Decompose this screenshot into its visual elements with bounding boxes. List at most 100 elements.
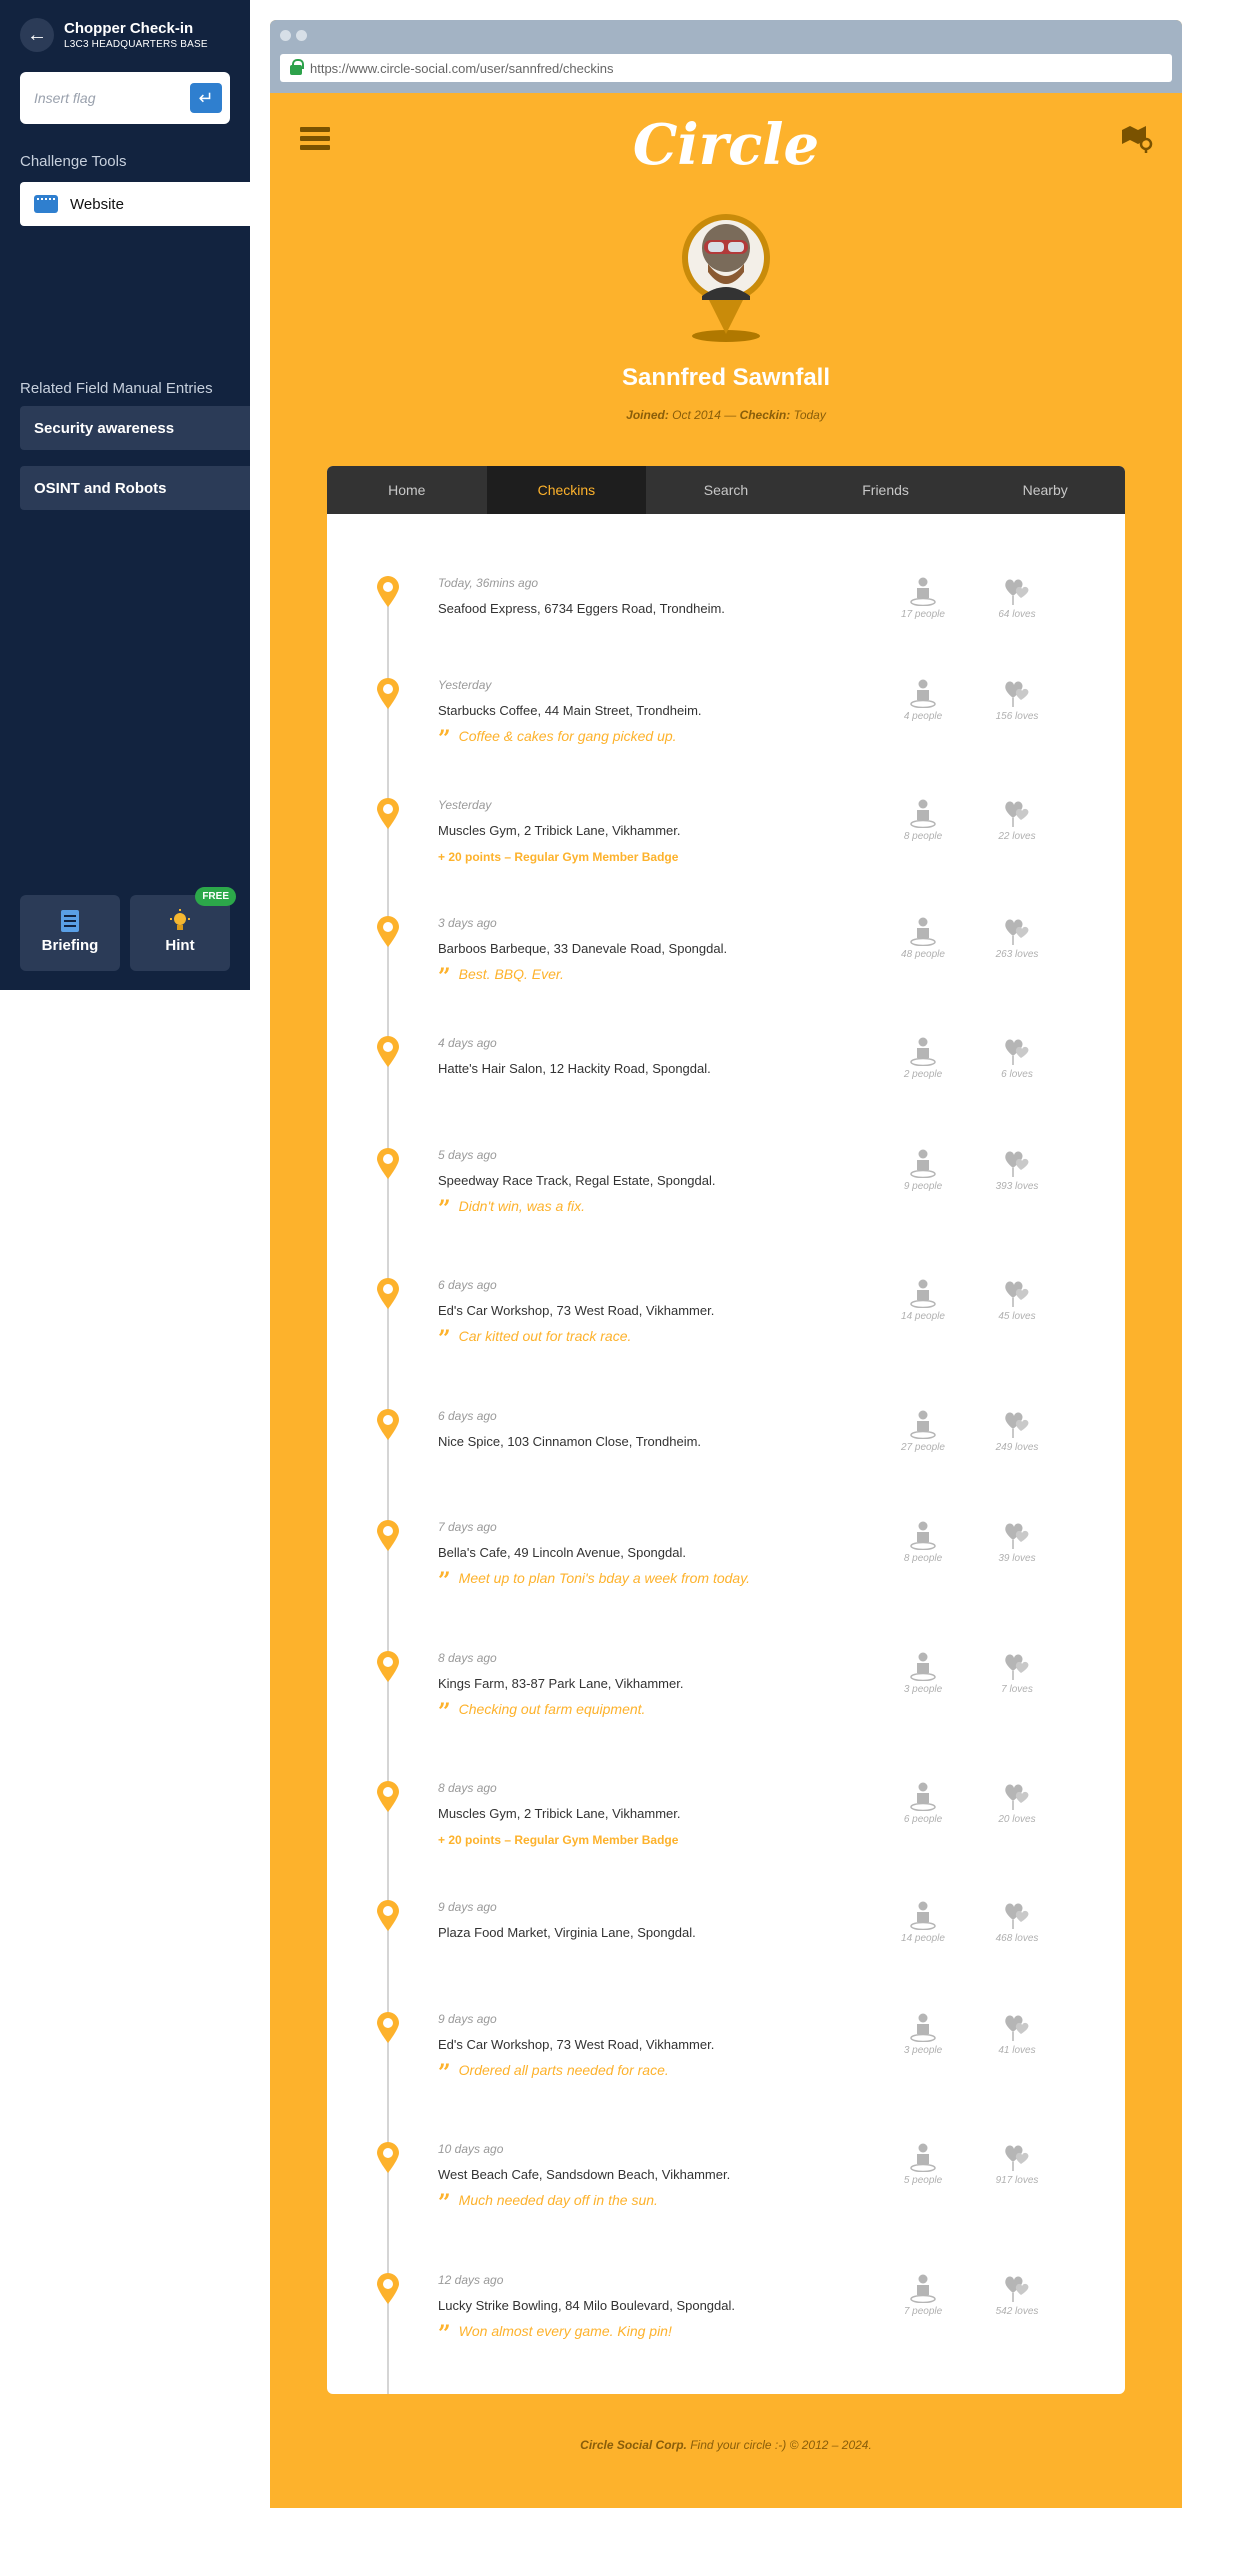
manual-entry-osint-and-robots[interactable]: OSINT and Robots [20, 466, 250, 510]
checkin-note: ” Checking out farm equipment. [438, 1701, 646, 1723]
challenge-tools-label: Challenge Tools [20, 153, 127, 170]
checkin-value: Today [793, 408, 826, 422]
loves-stat[interactable]: 393 loves [987, 1148, 1047, 1192]
briefing-button[interactable]: Briefing [20, 895, 120, 971]
people-count: 2 people [903, 1069, 943, 1080]
people-stat[interactable]: 8 people [893, 798, 953, 842]
people-count: 3 people [903, 1684, 943, 1695]
people-stat[interactable]: 4 people [893, 678, 953, 722]
checkin-place[interactable]: Starbucks Coffee, 44 Main Street, Trondh… [438, 703, 702, 718]
loves-count: 468 loves [995, 1933, 1039, 1944]
people-stat[interactable]: 17 people [893, 576, 953, 620]
people-stat[interactable]: 14 people [893, 1278, 953, 1322]
people-stat[interactable]: 2 people [893, 1036, 953, 1080]
checkin-time: 5 days ago [438, 1148, 497, 1162]
site-logo[interactable]: Circle [270, 112, 1182, 178]
checkin-place[interactable]: Barboos Barbeque, 33 Danevale Road, Spon… [438, 941, 727, 956]
checkin-note: ” Won almost every game. King pin! [438, 2323, 672, 2345]
loves-stat[interactable]: 249 loves [987, 1409, 1047, 1453]
checkin-time: 9 days ago [438, 2012, 497, 2026]
manual-entry-security-awareness[interactable]: Security awareness [20, 406, 250, 450]
checkin-place[interactable]: Ed's Car Workshop, 73 West Road, Vikhamm… [438, 2037, 714, 2052]
people-stat[interactable]: 7 people [893, 2273, 953, 2317]
location-pin-icon [376, 2273, 400, 2305]
checkin-place[interactable]: West Beach Cafe, Sandsdown Beach, Vikham… [438, 2167, 730, 2182]
checkin-badge: + 20 points – Regular Gym Member Badge [438, 1833, 679, 1847]
map-pin-icon[interactable] [1120, 124, 1154, 154]
tab-friends[interactable]: Friends [806, 466, 966, 514]
quote-icon: ” [438, 2190, 451, 2216]
loves-count: 22 loves [998, 831, 1036, 842]
tab-home[interactable]: Home [327, 466, 487, 514]
people-count: 9 people [903, 1181, 943, 1192]
loves-stat[interactable]: 917 loves [987, 2142, 1047, 2186]
loves-stat[interactable]: 542 loves [987, 2273, 1047, 2317]
briefing-label: Briefing [41, 937, 99, 954]
people-stat[interactable]: 3 people [893, 1651, 953, 1695]
loves-stat[interactable]: 20 loves [987, 1781, 1047, 1825]
checkin-note-text: Ordered all parts needed for race. [458, 2062, 669, 2078]
checkin-place[interactable]: Hatte's Hair Salon, 12 Hackity Road, Spo… [438, 1061, 711, 1076]
loves-count: 6 loves [1001, 1069, 1033, 1080]
people-stat[interactable]: 8 people [893, 1520, 953, 1564]
people-stat[interactable]: 14 people [893, 1900, 953, 1944]
challenge-subtitle: L3C3 HEADQUARTERS BASE [64, 39, 208, 50]
hearts-icon [1002, 576, 1032, 606]
checkin-place[interactable]: Kings Farm, 83-87 Park Lane, Vikhammer. [438, 1676, 683, 1691]
checkin-place[interactable]: Plaza Food Market, Virginia Lane, Spongd… [438, 1925, 696, 1940]
back-arrow-icon[interactable]: ← [20, 18, 54, 52]
quote-icon: ” [438, 726, 451, 752]
people-count: 7 people [903, 2306, 943, 2317]
loves-stat[interactable]: 45 loves [987, 1278, 1047, 1322]
loves-stat[interactable]: 263 loves [987, 916, 1047, 960]
people-stat[interactable]: 48 people [893, 916, 953, 960]
loves-stat[interactable]: 468 loves [987, 1900, 1047, 1944]
quote-icon: ” [438, 964, 451, 990]
flag-input[interactable] [34, 86, 174, 110]
people-stat[interactable]: 6 people [893, 1781, 953, 1825]
loves-stat[interactable]: 156 loves [987, 678, 1047, 722]
people-stat[interactable]: 9 people [893, 1148, 953, 1192]
document-icon [20, 909, 120, 933]
loves-stat[interactable]: 6 loves [987, 1036, 1047, 1080]
people-stat[interactable]: 3 people [893, 2012, 953, 2056]
loves-stat[interactable]: 39 loves [987, 1520, 1047, 1564]
checkin-note-text: Checking out farm equipment. [458, 1701, 646, 1717]
checkin-place[interactable]: Muscles Gym, 2 Tribick Lane, Vikhammer. [438, 823, 681, 838]
checkin-place[interactable]: Speedway Race Track, Regal Estate, Spong… [438, 1173, 716, 1188]
address-bar[interactable]: https://www.circle-social.com/user/sannf… [280, 54, 1172, 82]
loves-stat[interactable]: 22 loves [987, 798, 1047, 842]
quote-icon: ” [438, 2321, 451, 2347]
checkin-badge: + 20 points – Regular Gym Member Badge [438, 850, 679, 864]
loves-stat[interactable]: 64 loves [987, 576, 1047, 620]
checkin-place[interactable]: Bella's Cafe, 49 Lincoln Avenue, Spongda… [438, 1545, 686, 1560]
quote-icon: ” [438, 1326, 451, 1352]
people-stat[interactable]: 27 people [893, 1409, 953, 1453]
hearts-icon [1002, 798, 1032, 828]
checkin-time: 3 days ago [438, 916, 497, 930]
loves-stat[interactable]: 41 loves [987, 2012, 1047, 2056]
person-icon [908, 798, 938, 829]
loves-count: 7 loves [1001, 1684, 1033, 1695]
tool-website[interactable]: Website [20, 182, 250, 226]
profile-name: Sannfred Sawnfall [621, 364, 831, 391]
checkin-note-text: Car kitted out for track race. [458, 1328, 632, 1344]
hint-button[interactable]: FREE Hint [130, 887, 236, 971]
checkin-place[interactable]: Nice Spice, 103 Cinnamon Close, Trondhei… [438, 1434, 701, 1449]
submit-flag-button[interactable]: ↵ [190, 83, 222, 113]
checkins-panel: Home Checkins Search Friends Nearby Toda… [327, 466, 1125, 2394]
browser-window: https://www.circle-social.com/user/sannf… [270, 20, 1182, 2508]
tab-nearby[interactable]: Nearby [965, 466, 1125, 514]
people-stat[interactable]: 5 people [893, 2142, 953, 2186]
checkin-place[interactable]: Muscles Gym, 2 Tribick Lane, Vikhammer. [438, 1806, 681, 1821]
checkin-time: 6 days ago [438, 1278, 497, 1292]
loves-stat[interactable]: 7 loves [987, 1651, 1047, 1695]
tab-checkins[interactable]: Checkins [486, 466, 647, 514]
checkin-place[interactable]: Seafood Express, 6734 Eggers Road, Trond… [438, 601, 725, 616]
checkin-place[interactable]: Lucky Strike Bowling, 84 Milo Boulevard,… [438, 2298, 735, 2313]
checkin-note-text: Much needed day off in the sun. [458, 2192, 658, 2208]
flag-input-box: ↵ [20, 72, 230, 124]
tab-search[interactable]: Search [646, 466, 806, 514]
checkin-place[interactable]: Ed's Car Workshop, 73 West Road, Vikhamm… [438, 1303, 714, 1318]
loves-count: 249 loves [995, 1442, 1039, 1453]
